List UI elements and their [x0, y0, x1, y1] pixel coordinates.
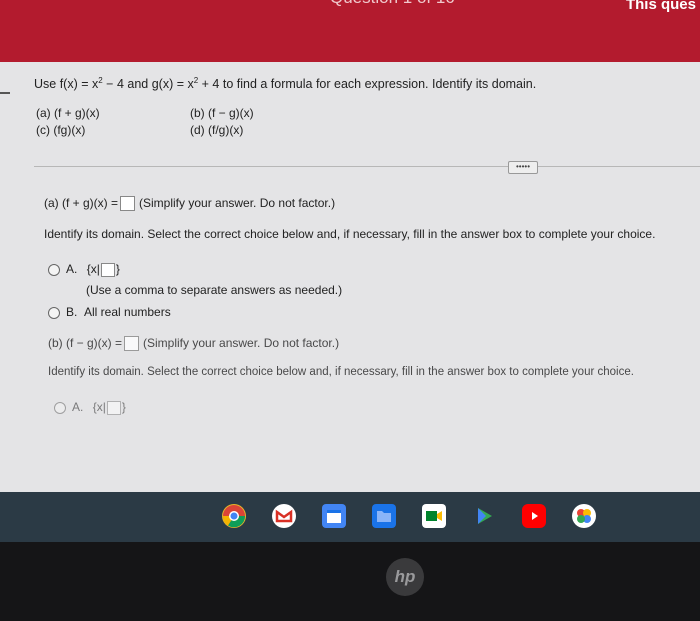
set-builder-input: {x|} [92, 400, 126, 416]
part-a-domain-instruction: Identify its domain. Select the correct … [44, 227, 656, 241]
radio-button[interactable] [54, 401, 66, 414]
part-b-answer-row: (b) (f − g)(x) = (Simplify your answer. D… [48, 336, 340, 352]
part-d-label: (d) (f/g)(x) [190, 123, 244, 137]
section-divider [34, 166, 700, 167]
play-store-icon[interactable] [472, 504, 496, 528]
side-marker [0, 92, 10, 94]
part-a-answer-row: (a) (f + g)(x) = (Simplify your answer. D… [44, 196, 336, 212]
part-a-choice-b[interactable]: B. All real numbers [48, 305, 171, 319]
radio-button[interactable] [48, 263, 60, 276]
laptop-bezel: hp [0, 542, 700, 621]
domain-answer-input[interactable] [100, 263, 115, 278]
expand-more-button[interactable]: ••••• [508, 161, 538, 174]
taskbar [0, 492, 700, 542]
part-b-choice-a[interactable]: A. {x|} [54, 400, 126, 416]
files-icon[interactable] [372, 504, 396, 528]
part-a-choice-a[interactable]: A. {x|} [48, 262, 120, 278]
part-b-answer-input[interactable] [124, 336, 140, 352]
browser-header: Question 1 of 16 This ques [0, 0, 700, 62]
hp-logo: hp [386, 558, 424, 596]
photos-icon[interactable] [572, 504, 596, 528]
part-c-label: (c) (fg)(x) [36, 123, 86, 137]
part-a-label: (a) (f + g)(x) [36, 106, 100, 120]
part-b-label: (b) (f − g)(x) [190, 106, 254, 120]
set-builder-input: {x|} [86, 262, 120, 278]
question-banner-text: This ques [625, 0, 696, 13]
gmail-icon[interactable] [272, 504, 296, 528]
calendar-icon[interactable] [322, 504, 346, 528]
question-counter: Question 1 of 16 [330, 0, 455, 8]
chrome-icon[interactable] [222, 504, 246, 528]
choice-a-note: (Use a comma to separate answers as need… [86, 283, 343, 297]
part-b-domain-instruction: Identify its domain. Select the correct … [48, 366, 634, 378]
problem-prompt: Use f(x) = x2 − 4 and g(x) = x2 + 4 to f… [34, 76, 537, 92]
meet-icon[interactable] [422, 504, 446, 528]
part-a-answer-input[interactable] [120, 196, 136, 212]
domain-answer-input[interactable] [106, 401, 121, 416]
youtube-icon[interactable] [522, 504, 546, 528]
question-panel: Use f(x) = x2 − 4 and g(x) = x2 + 4 to f… [0, 62, 700, 492]
radio-button[interactable] [48, 306, 60, 319]
